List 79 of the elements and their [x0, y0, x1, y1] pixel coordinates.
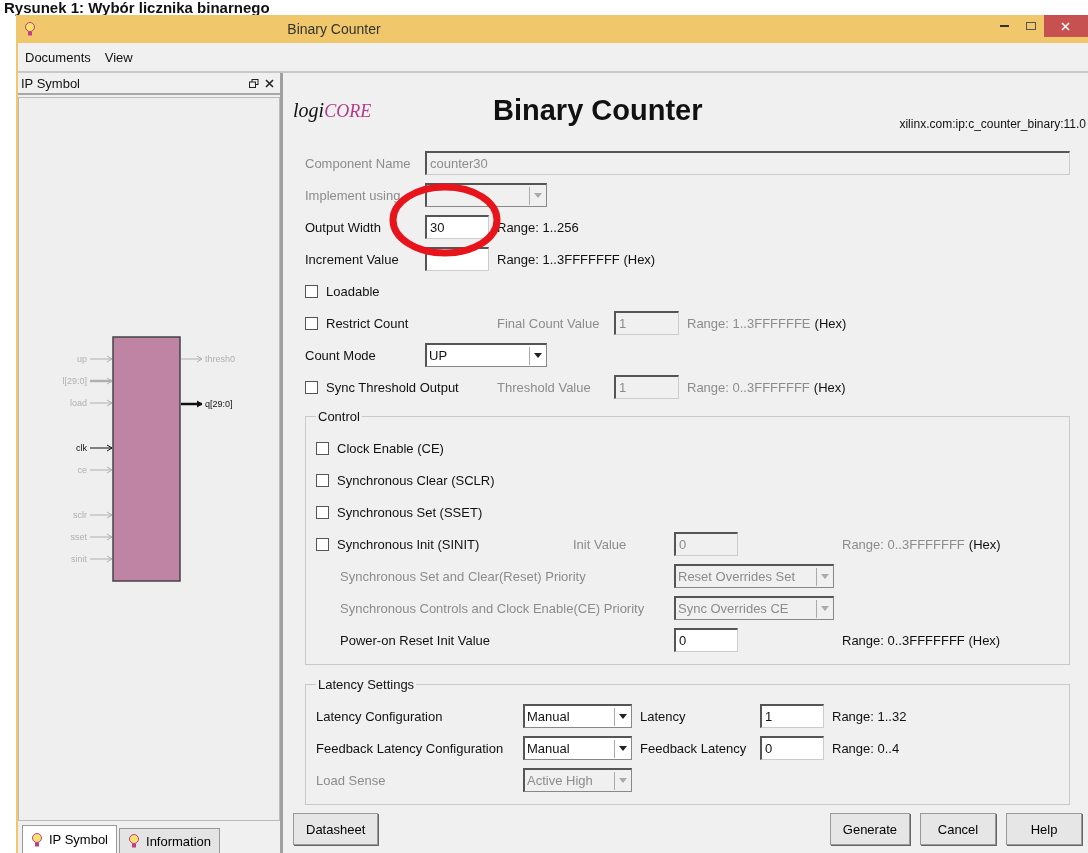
- text-field[interactable]: 1: [760, 704, 824, 728]
- panel-tab[interactable]: Information: [119, 828, 221, 853]
- field-label: Load Sense: [316, 772, 387, 788]
- figure-caption: Rysunek 1: Wybór licznika binarnego: [3, 0, 271, 15]
- range-text: Range: 0..3FFFFFFF: [842, 536, 965, 552]
- field-label: Feedback Latency Configuration: [316, 740, 505, 756]
- unit-text: (Hex): [813, 379, 846, 395]
- unit-text: (Hex): [814, 315, 847, 331]
- dropdown[interactable]: UP: [425, 343, 547, 367]
- window-title: Binary Counter: [287, 21, 381, 37]
- menu-item[interactable]: Documents: [25, 49, 91, 65]
- range-text: Range: 1..32: [832, 708, 907, 724]
- unit-text: (Hex): [968, 536, 1001, 552]
- checkbox[interactable]: Restrict Count: [305, 315, 497, 331]
- caret-icon: [534, 193, 542, 198]
- minimize-icon: [1000, 25, 1010, 27]
- field-label: Component Name: [305, 155, 412, 171]
- float-window-icon[interactable]: [249, 78, 259, 88]
- text-field[interactable]: 30: [425, 215, 489, 239]
- dialog-button[interactable]: Help: [1006, 813, 1082, 845]
- dropdown[interactable]: Manual: [523, 704, 632, 728]
- field-label: Output Width: [305, 219, 382, 235]
- field-label: Implement using: [305, 187, 402, 203]
- pin-label: sclr: [73, 510, 87, 520]
- pin-label: sinit: [71, 554, 87, 564]
- logo: logiCORE: [293, 98, 373, 122]
- checkbox[interactable]: Synchronous Set (SSET): [316, 504, 674, 520]
- caret-icon: [821, 574, 829, 579]
- range-text: Range: 1..256: [497, 219, 579, 235]
- core-id-text: xilinx.com:ip:c_counter_binary:11.0: [899, 117, 1086, 131]
- field-label: Power-on Reset Init Value: [339, 632, 492, 648]
- field-label: Count Mode: [305, 347, 377, 363]
- checkbox[interactable]: Sync Threshold Output: [305, 379, 497, 395]
- caret-icon: [619, 714, 627, 719]
- group-title: Control: [317, 409, 361, 424]
- dropdown[interactable]: Manual: [523, 736, 632, 760]
- checkbox[interactable]: Clock Enable (CE): [316, 440, 674, 456]
- field-label: Synchronous Controls and Clock Enable(CE) Priority: [339, 600, 646, 616]
- maximize-icon: [1026, 22, 1036, 30]
- pin-label: thresh0: [205, 354, 236, 364]
- checkbox[interactable]: Loadable: [305, 283, 497, 299]
- field-label: Increment Value: [305, 251, 400, 267]
- field-label: Latency Configuration: [316, 708, 444, 724]
- range-text: Range: 0..3FFFFFFF (Hex): [842, 632, 1001, 648]
- caret-icon: [821, 606, 829, 611]
- checkbox[interactable]: Synchronous Init (SINIT): [316, 536, 573, 552]
- lightbulb-icon: [128, 833, 140, 849]
- dialog-button[interactable]: Cancel: [920, 813, 996, 845]
- datasheet-button[interactable]: Datasheet: [293, 813, 379, 845]
- caret-icon: [619, 746, 627, 751]
- pin-label: clk: [76, 443, 87, 453]
- panel-title: IP Symbol: [21, 75, 81, 91]
- pin-label: sset: [70, 532, 87, 542]
- field-label: Latency: [640, 708, 687, 724]
- range-text: Range: 1..3FFFFFFF (Hex): [497, 251, 656, 267]
- lightbulb-icon: [24, 21, 36, 37]
- pin-label: l[29:0]: [62, 376, 87, 386]
- pin-label: q[29:0]: [205, 399, 233, 409]
- field-label: Synchronous Set and Clear(Reset) Priority: [339, 568, 587, 584]
- lightbulb-icon: [31, 831, 43, 848]
- range-text: Range: 1..3FFFFFFE: [687, 315, 811, 331]
- field-label: Final Count Value: [497, 315, 601, 331]
- field-label: Init Value: [573, 536, 628, 552]
- field-label: Threshold Value: [497, 379, 592, 395]
- checkbox[interactable]: Synchronous Clear (SCLR): [316, 472, 674, 488]
- text-field[interactable]: 0: [674, 628, 738, 652]
- dialog-button[interactable]: Generate: [829, 813, 910, 845]
- group-title: Latency Settings: [317, 677, 416, 692]
- page-title: Binary Counter: [493, 93, 704, 127]
- range-text: Range: 0..3FFFFFFF: [687, 379, 810, 395]
- range-text: Range: 0..4: [832, 740, 900, 756]
- close-icon: [1061, 21, 1071, 31]
- field-label: Feedback Latency: [640, 740, 748, 756]
- caret-icon: [534, 353, 542, 358]
- menu-item[interactable]: View: [104, 49, 133, 65]
- text-field[interactable]: 0: [760, 736, 824, 760]
- close-icon[interactable]: [265, 78, 274, 88]
- panel-tab[interactable]: IP Symbol: [22, 825, 117, 853]
- caret-icon: [619, 778, 627, 783]
